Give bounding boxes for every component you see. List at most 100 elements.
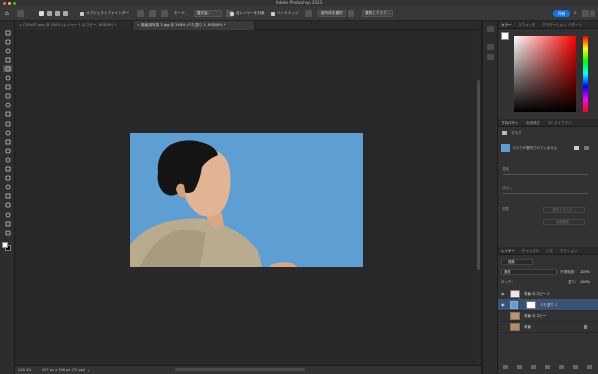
tab-document-1[interactable]: × C05d0T.png @ 100% (レイヤー 1 のコピー, RGB/8*… <box>15 21 133 30</box>
eyedropper-tool-icon[interactable] <box>3 93 12 100</box>
visibility-eye-icon[interactable]: ◉ <box>501 303 505 307</box>
select-subject-button[interactable]: 被写体を選択 <box>318 10 346 17</box>
intersect-selection-icon[interactable] <box>63 11 68 16</box>
color-range-button[interactable]: 色域指定... <box>543 219 585 225</box>
blur-tool-icon[interactable] <box>3 156 12 163</box>
layer-filter-select[interactable]: 種類 <box>501 259 533 265</box>
frame-tool-icon[interactable] <box>3 84 12 91</box>
tab-layers[interactable]: レイヤー <box>501 247 515 255</box>
zoom-tool-icon[interactable] <box>3 220 12 227</box>
layer-row[interactable]: 背景 <box>498 321 598 333</box>
history-icon[interactable] <box>487 26 494 32</box>
object-finder-checkbox[interactable] <box>80 11 84 16</box>
hard-edge-checkbox[interactable] <box>271 11 275 16</box>
paragraph-icon[interactable] <box>487 54 494 60</box>
rectangular-marquee-tool-icon[interactable] <box>3 47 12 54</box>
mode-select[interactable]: 露光量: <box>194 10 222 17</box>
vertical-scroll-thumb[interactable] <box>477 80 480 270</box>
quick-selection-tool-icon[interactable] <box>3 65 12 73</box>
document-canvas[interactable] <box>130 133 363 267</box>
density-slider[interactable] <box>503 174 588 175</box>
chevron-down-icon[interactable] <box>348 10 354 17</box>
feather-slider[interactable] <box>503 193 588 194</box>
fill-value[interactable]: 100% <box>580 280 590 284</box>
lasso-tool-icon[interactable] <box>3 56 12 63</box>
sample-all-layers-checkbox[interactable] <box>230 11 234 16</box>
tab-patterns[interactable]: パターン <box>568 21 582 29</box>
layer-mask-thumbnail[interactable] <box>526 301 536 309</box>
chevron-right-icon[interactable]: › <box>88 368 90 373</box>
minimize-window-button[interactable] <box>8 1 11 5</box>
tab-adjustments[interactable]: 色調補正 <box>526 119 540 127</box>
hand-tool-icon[interactable] <box>3 211 12 218</box>
move-tool-icon[interactable] <box>3 29 12 36</box>
share-button[interactable]: 共有 <box>553 10 570 17</box>
zoom-level[interactable]: 248.4% <box>18 368 31 372</box>
close-window-button[interactable] <box>3 1 6 5</box>
select-mask-button[interactable]: 選択とマスク... <box>543 207 585 213</box>
search-icon[interactable]: ⌕ <box>574 10 581 17</box>
tab-properties[interactable]: プロパティ <box>501 119 518 127</box>
workspace-icon[interactable] <box>582 10 589 17</box>
blend-mode-select[interactable]: 通常 <box>501 269 557 275</box>
lock-icon[interactable] <box>584 325 587 329</box>
tab-paths[interactable]: パス <box>546 247 553 255</box>
new-group-icon[interactable] <box>559 365 564 369</box>
fill-color-thumbnail[interactable] <box>510 301 518 309</box>
hard-edge-label: ハードエッジ <box>277 11 299 15</box>
pen-tool-icon[interactable] <box>3 175 12 182</box>
foreground-color-icon[interactable] <box>2 242 8 248</box>
eraser-tool-icon[interactable] <box>3 138 12 145</box>
color-spectrum[interactable] <box>514 36 576 112</box>
zoom-window-button[interactable] <box>13 1 16 5</box>
layer-thumbnail <box>510 323 520 331</box>
tab-actions[interactable]: アクション <box>560 247 577 255</box>
tab-color[interactable]: カラー <box>501 21 512 29</box>
character-icon[interactable] <box>487 44 494 50</box>
horizontal-scroll-thumb[interactable] <box>175 368 305 371</box>
healing-brush-tool-icon[interactable] <box>3 102 12 109</box>
foreground-color-swatch[interactable] <box>501 32 509 40</box>
visibility-eye-icon[interactable]: ◉ <box>501 292 505 296</box>
tab-gradients[interactable]: グラデーション <box>542 21 566 29</box>
brush-tool-icon[interactable] <box>3 111 12 118</box>
hue-slider[interactable] <box>583 36 588 112</box>
trash-icon[interactable] <box>587 365 592 369</box>
clone-stamp-tool-icon[interactable] <box>3 120 12 127</box>
tab-swatches[interactable]: スウォッチ <box>518 21 536 29</box>
adjustment-layer-icon[interactable] <box>545 365 550 369</box>
quick-selection-tool-icon[interactable] <box>17 10 24 17</box>
edit-toolbar-icon[interactable] <box>3 229 12 236</box>
show-objects-icon[interactable] <box>149 10 156 17</box>
subtract-selection-icon[interactable] <box>55 11 60 16</box>
app-title: Adobe Photoshop 2023 <box>275 0 323 5</box>
path-selection-tool-icon[interactable] <box>3 193 12 200</box>
dodge-tool-icon[interactable] <box>3 166 12 173</box>
settings-gear-icon[interactable] <box>161 10 168 17</box>
more-icon[interactable] <box>590 10 595 17</box>
select-and-mask-button[interactable]: 選択とマスク... <box>362 10 393 17</box>
home-icon[interactable]: ⌂ <box>5 10 12 17</box>
type-tool-icon[interactable] <box>3 184 12 191</box>
add-selection-icon[interactable] <box>47 11 52 16</box>
layer-style-icon[interactable] <box>517 365 522 369</box>
tab-channels[interactable]: チャンネル <box>522 247 539 255</box>
link-layers-icon[interactable] <box>503 365 508 369</box>
history-brush-tool-icon[interactable] <box>3 129 12 136</box>
mask-thumbnail <box>501 144 510 152</box>
add-mask-icon[interactable] <box>531 365 536 369</box>
artboard-tool-icon[interactable] <box>3 38 12 45</box>
pixel-mask-icon[interactable] <box>574 146 579 150</box>
new-layer-icon[interactable] <box>573 365 578 369</box>
tab-document-2[interactable]: × 取組用写真 3.jpg @ 248% (べた塗り 1, RGB/8*) * <box>133 21 255 30</box>
gradient-tool-icon[interactable] <box>3 147 12 154</box>
vector-mask-icon[interactable] <box>584 146 589 150</box>
rectangle-tool-icon[interactable] <box>3 202 12 209</box>
layer-name: 背景 <box>524 325 531 329</box>
refresh-icon[interactable] <box>137 10 144 17</box>
new-selection-icon[interactable] <box>39 11 44 16</box>
opacity-value[interactable]: 100% <box>580 270 590 274</box>
tab-cc-libraries[interactable]: CC ライブラリ <box>548 119 572 127</box>
pressure-icon[interactable] <box>305 10 312 17</box>
crop-tool-icon[interactable] <box>3 75 12 82</box>
